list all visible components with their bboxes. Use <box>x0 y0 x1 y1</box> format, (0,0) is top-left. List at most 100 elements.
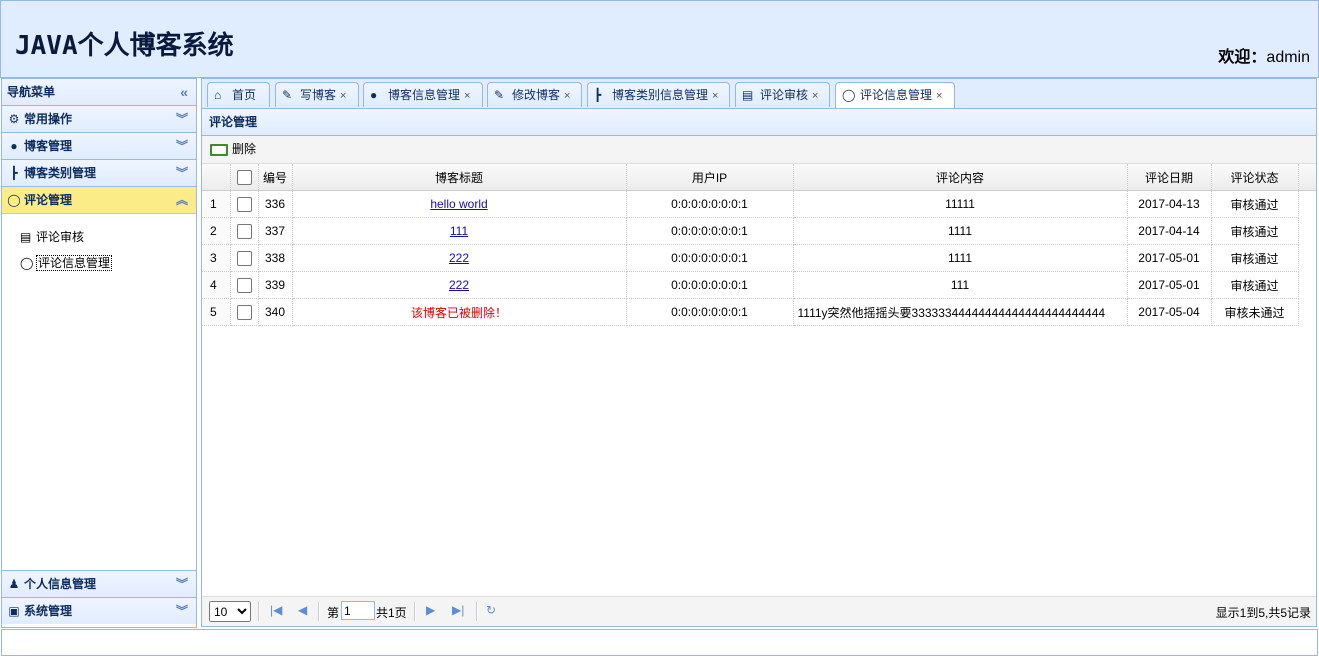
tab-edit-blog[interactable]: ✎ 修改博客 × <box>487 82 582 107</box>
cell-id: 340 <box>258 298 293 326</box>
blog-title-link[interactable]: 222 <box>449 278 469 292</box>
cell-date: 2017-05-01 <box>1127 271 1212 299</box>
edit-icon: ✎ <box>494 88 505 102</box>
chevron-down-icon[interactable]: ︾ <box>176 160 188 186</box>
nav-section-blog[interactable]: ● 博客管理 ︾ <box>2 133 196 160</box>
cell-user-ip: 0:0:0:0:0:0:0:1 <box>626 271 794 299</box>
chevron-up-icon[interactable]: ︽ <box>176 187 188 213</box>
row-checkbox[interactable] <box>236 304 252 320</box>
tab-label: 首页 <box>232 88 257 102</box>
row-select-cell[interactable] <box>230 271 259 299</box>
nav-section-comment[interactable]: ◯ 评论管理 ︽ <box>2 187 196 214</box>
column-header[interactable]: 用户IP <box>626 164 794 191</box>
review-icon: ▤ <box>20 230 32 244</box>
nav-section-system[interactable]: ▣ 系统管理 ︾ <box>2 598 196 624</box>
tab-label: 博客信息管理 <box>388 88 461 102</box>
tab-home[interactable]: ⌂ 首页 <box>207 82 270 107</box>
chevron-down-icon[interactable]: ︾ <box>176 571 188 597</box>
page-number-input[interactable] <box>341 601 375 620</box>
blog-title-link[interactable]: 222 <box>449 251 469 265</box>
gear-icon: ⚙ <box>8 112 20 126</box>
tab-label: 评论审核 <box>760 88 809 102</box>
close-icon[interactable]: × <box>564 90 570 102</box>
chevron-down-icon[interactable]: ︾ <box>176 598 188 624</box>
chevron-down-icon[interactable]: ︾ <box>176 106 188 132</box>
column-header[interactable]: 评论日期 <box>1127 164 1212 191</box>
cell-content: 1111 <box>793 217 1128 245</box>
comment-panel: 评论管理 删除 编号 博客标题 用户IP 评论内容 评论日期 评论状态 1 33… <box>201 108 1317 627</box>
comment-grid: 编号 博客标题 用户IP 评论内容 评论日期 评论状态 1 336 hello … <box>202 164 1316 326</box>
review-icon: ▤ <box>742 88 754 102</box>
collapse-nav-icon[interactable]: « <box>180 79 188 105</box>
row-checkbox[interactable] <box>236 250 252 266</box>
close-icon[interactable]: × <box>712 90 718 102</box>
row-select-cell[interactable] <box>230 298 259 326</box>
row-select-cell[interactable] <box>230 244 259 272</box>
close-icon[interactable]: × <box>812 90 818 102</box>
blog-icon: ● <box>10 139 18 153</box>
row-select-cell[interactable] <box>230 190 259 218</box>
nav-section-common[interactable]: ⚙ 常用操作 ︾ <box>2 106 196 133</box>
nav-panel: 导航菜单 « ⚙ 常用操作 ︾ ● 博客管理 ︾ ┣ 博客类别管理 ︾ ◯ 评论管理 ︽… <box>1 78 197 628</box>
tab-write-blog[interactable]: ✎ 写博客 × <box>275 82 359 107</box>
cell-date: 2017-05-01 <box>1127 244 1212 272</box>
blog-title-link[interactable]: hello world <box>430 197 487 211</box>
cell-status: 审核通过 <box>1211 190 1299 218</box>
last-page-icon[interactable]: ▶| <box>452 603 464 617</box>
nav-section-label: 系统管理 <box>24 604 73 618</box>
table-row[interactable]: 5 340 该博客已被删除！ 0:0:0:0:0:0:0:1 1111y突然他摇… <box>202 298 1316 326</box>
table-row[interactable]: 2 337 111 0:0:0:0:0:0:0:1 1111 2017-04-1… <box>202 217 1316 245</box>
page-total: 共1页 <box>376 606 407 620</box>
page-size-select[interactable]: 10 <box>209 601 251 622</box>
main-area: ⌂ 首页 ✎ 写博客 × ● 博客信息管理 × ✎ 修改博客 × ┣ 博客类别信息管理 × ▤ 评论… <box>201 78 1317 627</box>
row-checkbox[interactable] <box>236 277 252 293</box>
nav-section-blog-type[interactable]: ┣ 博客类别管理 ︾ <box>2 160 196 187</box>
comment-icon: ◯ <box>7 193 21 207</box>
tab-blog-info[interactable]: ● 博客信息管理 × <box>363 82 483 107</box>
cell-user-ip: 0:0:0:0:0:0:0:1 <box>626 298 794 326</box>
chevron-down-icon[interactable]: ︾ <box>176 133 188 159</box>
nav-header: 导航菜单 « <box>2 79 196 106</box>
column-header[interactable]: 评论内容 <box>793 164 1128 191</box>
cell-blog-title: 222 <box>292 244 627 272</box>
tab-blog-type-info[interactable]: ┣ 博客类别信息管理 × <box>587 82 730 107</box>
close-icon[interactable]: × <box>340 90 346 102</box>
column-header[interactable]: 评论状态 <box>1211 164 1299 191</box>
close-icon[interactable]: × <box>464 90 470 102</box>
column-header[interactable]: 编号 <box>258 164 293 191</box>
comment-table: 编号 博客标题 用户IP 评论内容 评论日期 评论状态 1 336 hello … <box>202 164 1316 326</box>
cell-status: 审核未通过 <box>1211 298 1299 326</box>
tab-comment-info[interactable]: ◯ 评论信息管理 × <box>835 82 955 109</box>
tab-comment-review[interactable]: ▤ 评论审核 × <box>735 82 830 107</box>
scrollbar-header-spacer <box>1298 164 1316 191</box>
tab-label: 写博客 <box>300 88 337 102</box>
refresh-icon[interactable]: ↻ <box>486 603 496 617</box>
select-all-checkbox[interactable] <box>236 169 252 185</box>
row-checkbox[interactable] <box>236 196 252 212</box>
cell-id: 337 <box>258 217 293 245</box>
select-all-header[interactable] <box>230 164 259 191</box>
prev-page-icon[interactable]: ◀ <box>298 603 307 617</box>
next-page-icon[interactable]: ▶ <box>426 603 435 617</box>
nav-section-label: 博客管理 <box>24 139 73 153</box>
row-select-cell[interactable] <box>230 217 259 245</box>
blog-title-link[interactable]: 111 <box>450 224 468 238</box>
first-page-icon[interactable]: |◀ <box>270 603 282 617</box>
cell-date: 2017-04-14 <box>1127 217 1212 245</box>
nav-item-label: 评论审核 <box>36 230 85 244</box>
close-icon[interactable]: × <box>936 90 942 102</box>
table-row[interactable]: 3 338 222 0:0:0:0:0:0:0:1 1111 2017-05-0… <box>202 244 1316 272</box>
nav-item-comment-review[interactable]: ▤ 评论审核 <box>18 228 84 246</box>
column-header[interactable]: 博客标题 <box>292 164 627 191</box>
table-row[interactable]: 1 336 hello world 0:0:0:0:0:0:0:1 11111 … <box>202 190 1316 218</box>
row-checkbox[interactable] <box>236 223 252 239</box>
nav-item-comment-info[interactable]: ◯ 评论信息管理 <box>18 254 113 272</box>
cell-content: 1111 <box>793 244 1128 272</box>
row-spacer <box>1298 272 1316 299</box>
delete-button[interactable]: 删除 <box>210 142 256 156</box>
table-row[interactable]: 4 339 222 0:0:0:0:0:0:0:1 111 2017-05-01… <box>202 271 1316 299</box>
delete-label: 删除 <box>232 142 257 156</box>
row-number-header <box>202 164 231 191</box>
cell-date: 2017-04-13 <box>1127 190 1212 218</box>
nav-section-profile[interactable]: ♟ 个人信息管理 ︾ <box>2 571 196 598</box>
